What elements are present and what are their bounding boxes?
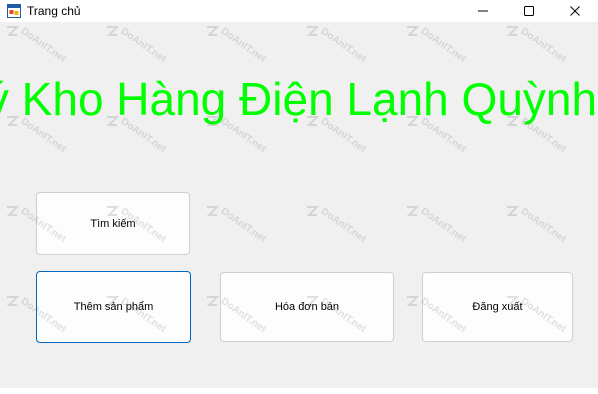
maximize-icon bbox=[524, 6, 534, 16]
window-bottom-edge bbox=[0, 388, 598, 394]
maximize-button[interactable] bbox=[506, 0, 552, 22]
sales-invoice-button[interactable]: Hóa đơn bán bbox=[220, 272, 394, 342]
page-heading: Quản Lý Kho Hàng Điện Lạnh Quỳnh Anh bbox=[0, 73, 598, 125]
app-icon bbox=[7, 4, 21, 18]
logout-button[interactable]: Đăng xuất bbox=[422, 272, 573, 342]
client-area: Quản Lý Kho Hàng Điện Lạnh Quỳnh Anh Tìm… bbox=[0, 22, 598, 388]
minimize-icon bbox=[478, 10, 488, 12]
title-bar[interactable]: Trang chủ bbox=[0, 0, 598, 22]
close-icon bbox=[570, 6, 580, 16]
window-title: Trang chủ bbox=[27, 4, 81, 18]
main-window: Trang chủ Quản Lý Kho Hàng Điện Lạnh Quỳ… bbox=[0, 0, 598, 394]
minimize-button[interactable] bbox=[460, 0, 506, 22]
close-button[interactable] bbox=[552, 0, 598, 22]
add-product-button[interactable]: Thêm sản phẩm bbox=[36, 271, 191, 343]
search-button[interactable]: Tìm kiếm bbox=[36, 192, 190, 255]
